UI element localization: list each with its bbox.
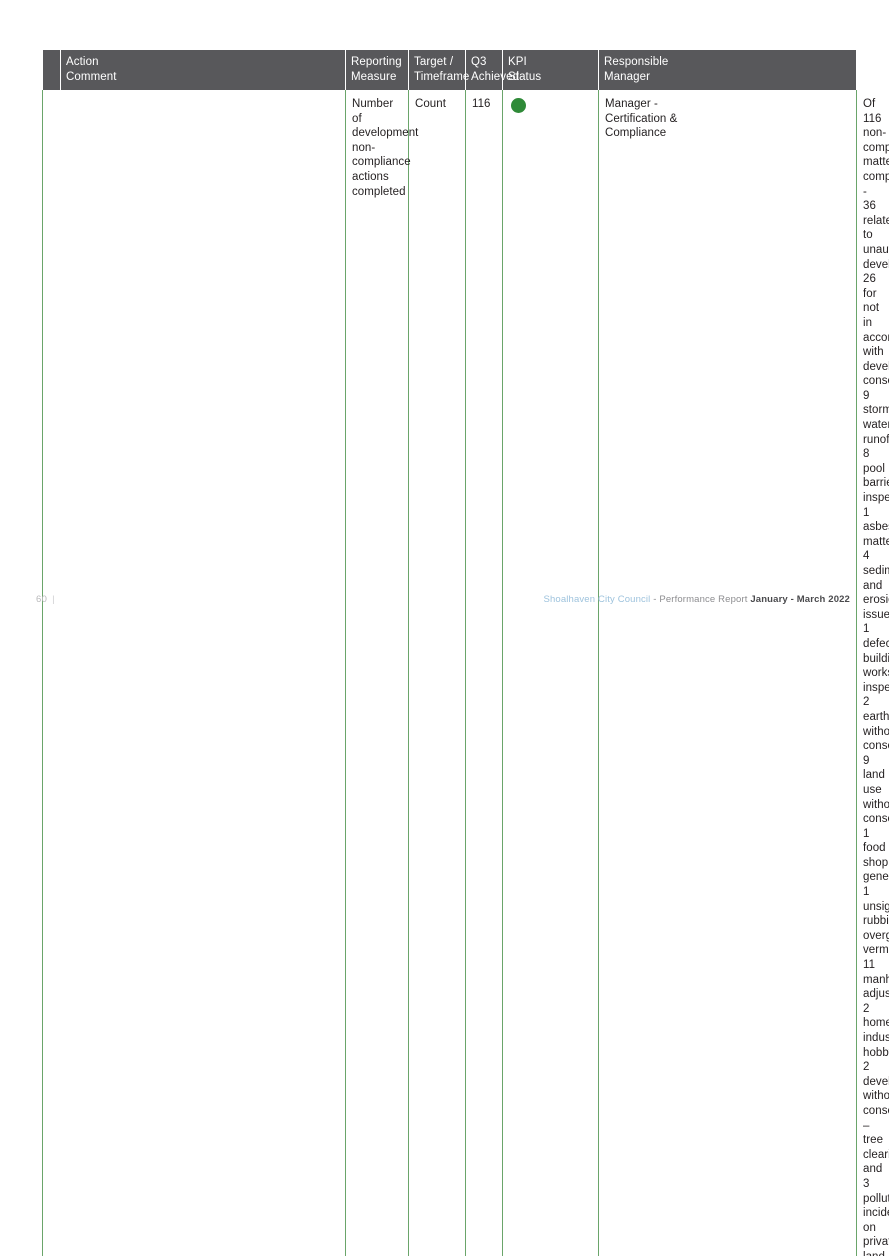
column-header-reporting-measure: Reporting Measure [345, 50, 409, 90]
column-header-target-timeframe: Target / Timeframe [408, 50, 470, 90]
cell-q3-achieved: 116 [465, 90, 503, 1256]
cell-responsible-manager: Manager - Certification & Compliance [598, 90, 857, 1256]
performance-table-container: Action Comment Reporting Measure Target … [42, 50, 889, 1256]
reporting-measure-text: Number of development non-compliance act… [352, 98, 419, 198]
page-footer: 60 | Shoalhaven City Council - Performanc… [0, 594, 889, 614]
footer-separator: | [52, 594, 55, 605]
target-timeframe-text: Count [415, 98, 446, 110]
footer-report-period: January - March 2022 [750, 594, 850, 605]
column-header-line-1: Target / [414, 56, 454, 68]
column-header-q3-achieved: Q3 Achieved [465, 50, 520, 90]
column-header-line-2: Status [508, 70, 542, 83]
cell-reporting-measure: Number of development non-compliance act… [345, 90, 419, 1256]
column-header-action-comment: Action Comment [60, 50, 346, 90]
footer-report-label: - Performance Report [650, 594, 751, 605]
column-header-line-1: Responsible [604, 56, 669, 68]
column-header-line-2: Comment [66, 70, 117, 83]
column-header-responsible-manager: Responsible Manager [598, 50, 857, 90]
page-number: 60 [36, 594, 48, 605]
cell-kpi-status [502, 90, 599, 1256]
cell-target-timeframe: Count [408, 90, 466, 1256]
column-header-kpi-status: KPI Status [502, 50, 599, 90]
header-spacer-cell [42, 50, 61, 90]
column-header-line-2: Measure [351, 70, 397, 83]
column-header-line-2: Achieved [471, 70, 520, 83]
table-header-row: Action Comment Reporting Measure Target … [42, 50, 889, 90]
performance-table: Action Comment Reporting Measure Target … [42, 50, 889, 1256]
table-row: Number of development non-compliance act… [42, 90, 889, 1256]
footer-report-info: Shoalhaven City Council - Performance Re… [543, 594, 850, 605]
cell-action-comment [42, 90, 346, 1256]
column-header-line-1: Action [66, 56, 99, 68]
column-header-line-2: Timeframe [414, 70, 470, 83]
footer-council-name: Shoalhaven City Council [543, 594, 651, 605]
column-header-line-1: KPI [508, 56, 527, 68]
column-header-line-2: Manager [604, 70, 651, 83]
q3-achieved-value: 116 [472, 98, 491, 110]
column-header-line-1: Q3 [471, 56, 487, 68]
responsible-manager-text: Manager - Certification & Compliance [605, 98, 678, 140]
column-header-line-1: Reporting [351, 56, 402, 68]
kpi-status-green-dot-icon [511, 98, 526, 113]
footer-page-number-group: 60 | [36, 594, 55, 605]
